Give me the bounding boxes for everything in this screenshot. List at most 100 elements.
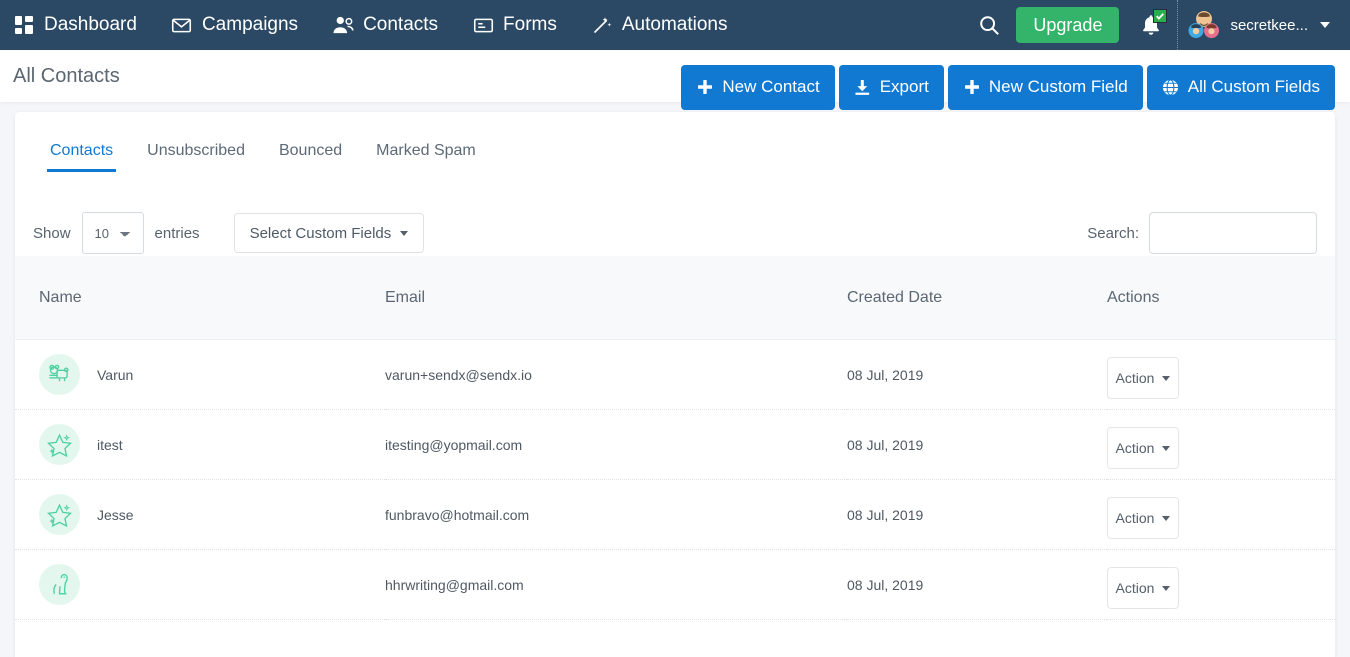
contacts-tabs: Contacts Unsubscribed Bounced Marked Spa… [15,112,1335,172]
magic-wand-icon [591,14,613,36]
page-title: All Contacts [13,64,120,87]
navbar-right-group: Upgrade secretkee... [966,0,1350,50]
row-action-label: Action [1115,510,1155,526]
select-custom-fields-label: Select Custom Fields [249,224,392,242]
search-input[interactable] [1149,212,1317,254]
chevron-down-icon [1162,585,1171,591]
cell-created-date: 08 Jul, 2019 [847,409,1107,480]
show-entries-group: Show 10 25 50 100 entries [33,212,200,254]
row-action-label: Action [1115,370,1155,386]
cell-email: hhrwriting@gmail.com [385,549,847,620]
chevron-down-icon [1320,22,1330,28]
cell-name: itest [15,409,385,480]
contact-name: Varun [97,366,134,383]
user-group-avatar [1188,10,1220,40]
new-custom-field-button[interactable]: New Custom Field [947,64,1143,110]
globe-icon [1162,78,1180,96]
table-header-row: Name Email Created Date Actions [15,256,1335,340]
select-custom-fields-dropdown[interactable]: Select Custom Fields [233,213,425,253]
user-menu[interactable]: secretkee... [1184,10,1340,40]
plus-icon [963,78,981,96]
search-label: Search: [1087,224,1139,242]
all-custom-fields-label: All Custom Fields [1187,77,1320,96]
table-row[interactable]: itest itesting@yopmail.com 08 Jul, 2019 … [15,409,1335,480]
cell-created-date: 08 Jul, 2019 [847,479,1107,550]
navbar-divider [1177,0,1179,50]
nav-item-contacts[interactable]: Contacts [315,0,455,50]
form-icon [472,14,494,36]
new-contact-button[interactable]: New Contact [681,64,835,110]
cell-name [15,549,385,620]
user-name-label: secretkee... [1230,16,1308,34]
table-head: Name Email Created Date Actions [15,256,1335,340]
search-icon[interactable] [966,0,1012,50]
tab-bounced[interactable]: Bounced [262,142,359,172]
nav-item-forms[interactable]: Forms [455,0,574,50]
all-custom-fields-button[interactable]: All Custom Fields [1146,64,1335,110]
content-area: Contacts Unsubscribed Bounced Marked Spa… [0,102,1350,657]
cell-created-date: 08 Jul, 2019 [847,549,1107,620]
people-icon [332,14,354,36]
nav-item-dashboard[interactable]: Dashboard [0,0,154,50]
table-body: Varun varun+sendx@sendx.io 08 Jul, 2019 … [15,339,1335,620]
contacts-table: Name Email Created Date Actions Varun va… [15,256,1335,620]
plus-icon [696,78,714,96]
column-header-email[interactable]: Email [385,256,847,340]
notifications-button[interactable] [1129,0,1173,50]
tab-contacts[interactable]: Contacts [33,142,130,172]
nav-item-campaigns[interactable]: Campaigns [154,0,315,50]
export-label: Export [879,77,929,96]
table-row[interactable]: Jesse funbravo@hotmail.com 08 Jul, 2019 … [15,479,1335,550]
cell-name: Varun [15,339,385,410]
new-custom-field-label: New Custom Field [988,77,1128,96]
primary-nav: Dashboard Campaigns Contacts Forms Autom… [0,0,745,50]
cell-name: Jesse [15,479,385,550]
show-label: Show [33,224,71,242]
page-action-buttons: New Contact Export New Custom Field All … [681,64,1350,110]
contacts-table-area: Name Email Created Date Actions Varun va… [15,256,1335,657]
cell-actions: Action [1107,549,1335,620]
download-icon [854,78,872,96]
row-action-dropdown[interactable]: Action [1107,427,1179,469]
cell-email: varun+sendx@sendx.io [385,339,847,410]
nav-label-dashboard: Dashboard [44,14,137,35]
cell-actions: Action [1107,339,1335,410]
nav-label-campaigns: Campaigns [201,14,299,35]
row-action-dropdown[interactable]: Action [1107,567,1179,609]
cat-avatar-icon [39,564,80,605]
chevron-down-icon [1162,375,1171,381]
entries-label: entries [154,224,200,242]
contact-name: Jesse [97,506,134,523]
table-row[interactable]: hhrwriting@gmail.com 08 Jul, 2019 Action [15,549,1335,620]
cell-actions: Action [1107,409,1335,480]
table-row[interactable]: Varun varun+sendx@sendx.io 08 Jul, 2019 … [15,339,1335,410]
cell-created-date: 08 Jul, 2019 [847,339,1107,410]
row-action-dropdown[interactable]: Action [1107,497,1179,539]
star-avatar-icon [39,424,80,465]
contact-name: itest [97,436,123,453]
new-contact-label: New Contact [722,77,820,96]
entries-per-page-select[interactable]: 10 25 50 100 [81,212,144,254]
table-scroll-container[interactable]: Name Email Created Date Actions Varun va… [15,256,1335,657]
row-action-label: Action [1115,440,1155,456]
cell-email: funbravo@hotmail.com [385,479,847,550]
tab-unsubscribed[interactable]: Unsubscribed [130,142,262,172]
row-action-label: Action [1115,580,1155,596]
envelope-icon [171,14,193,36]
export-button[interactable]: Export [838,64,944,110]
chevron-down-icon [400,230,409,236]
star-avatar-icon [39,494,80,535]
top-navbar: Dashboard Campaigns Contacts Forms Autom… [0,0,1350,50]
column-header-created-date[interactable]: Created Date [847,256,1107,340]
nav-item-automations[interactable]: Automations [574,0,745,50]
cell-email: itesting@yopmail.com [385,409,847,480]
nav-label-contacts: Contacts [363,14,439,35]
column-header-name[interactable]: Name [15,256,385,340]
row-action-dropdown[interactable]: Action [1107,357,1179,399]
tab-marked-spam[interactable]: Marked Spam [359,142,493,172]
contacts-card: Contacts Unsubscribed Bounced Marked Spa… [15,112,1335,657]
nav-label-automations: Automations [621,14,728,35]
grid-icon [13,14,35,36]
koala-avatar-icon [39,354,80,395]
upgrade-button[interactable]: Upgrade [1016,7,1120,43]
